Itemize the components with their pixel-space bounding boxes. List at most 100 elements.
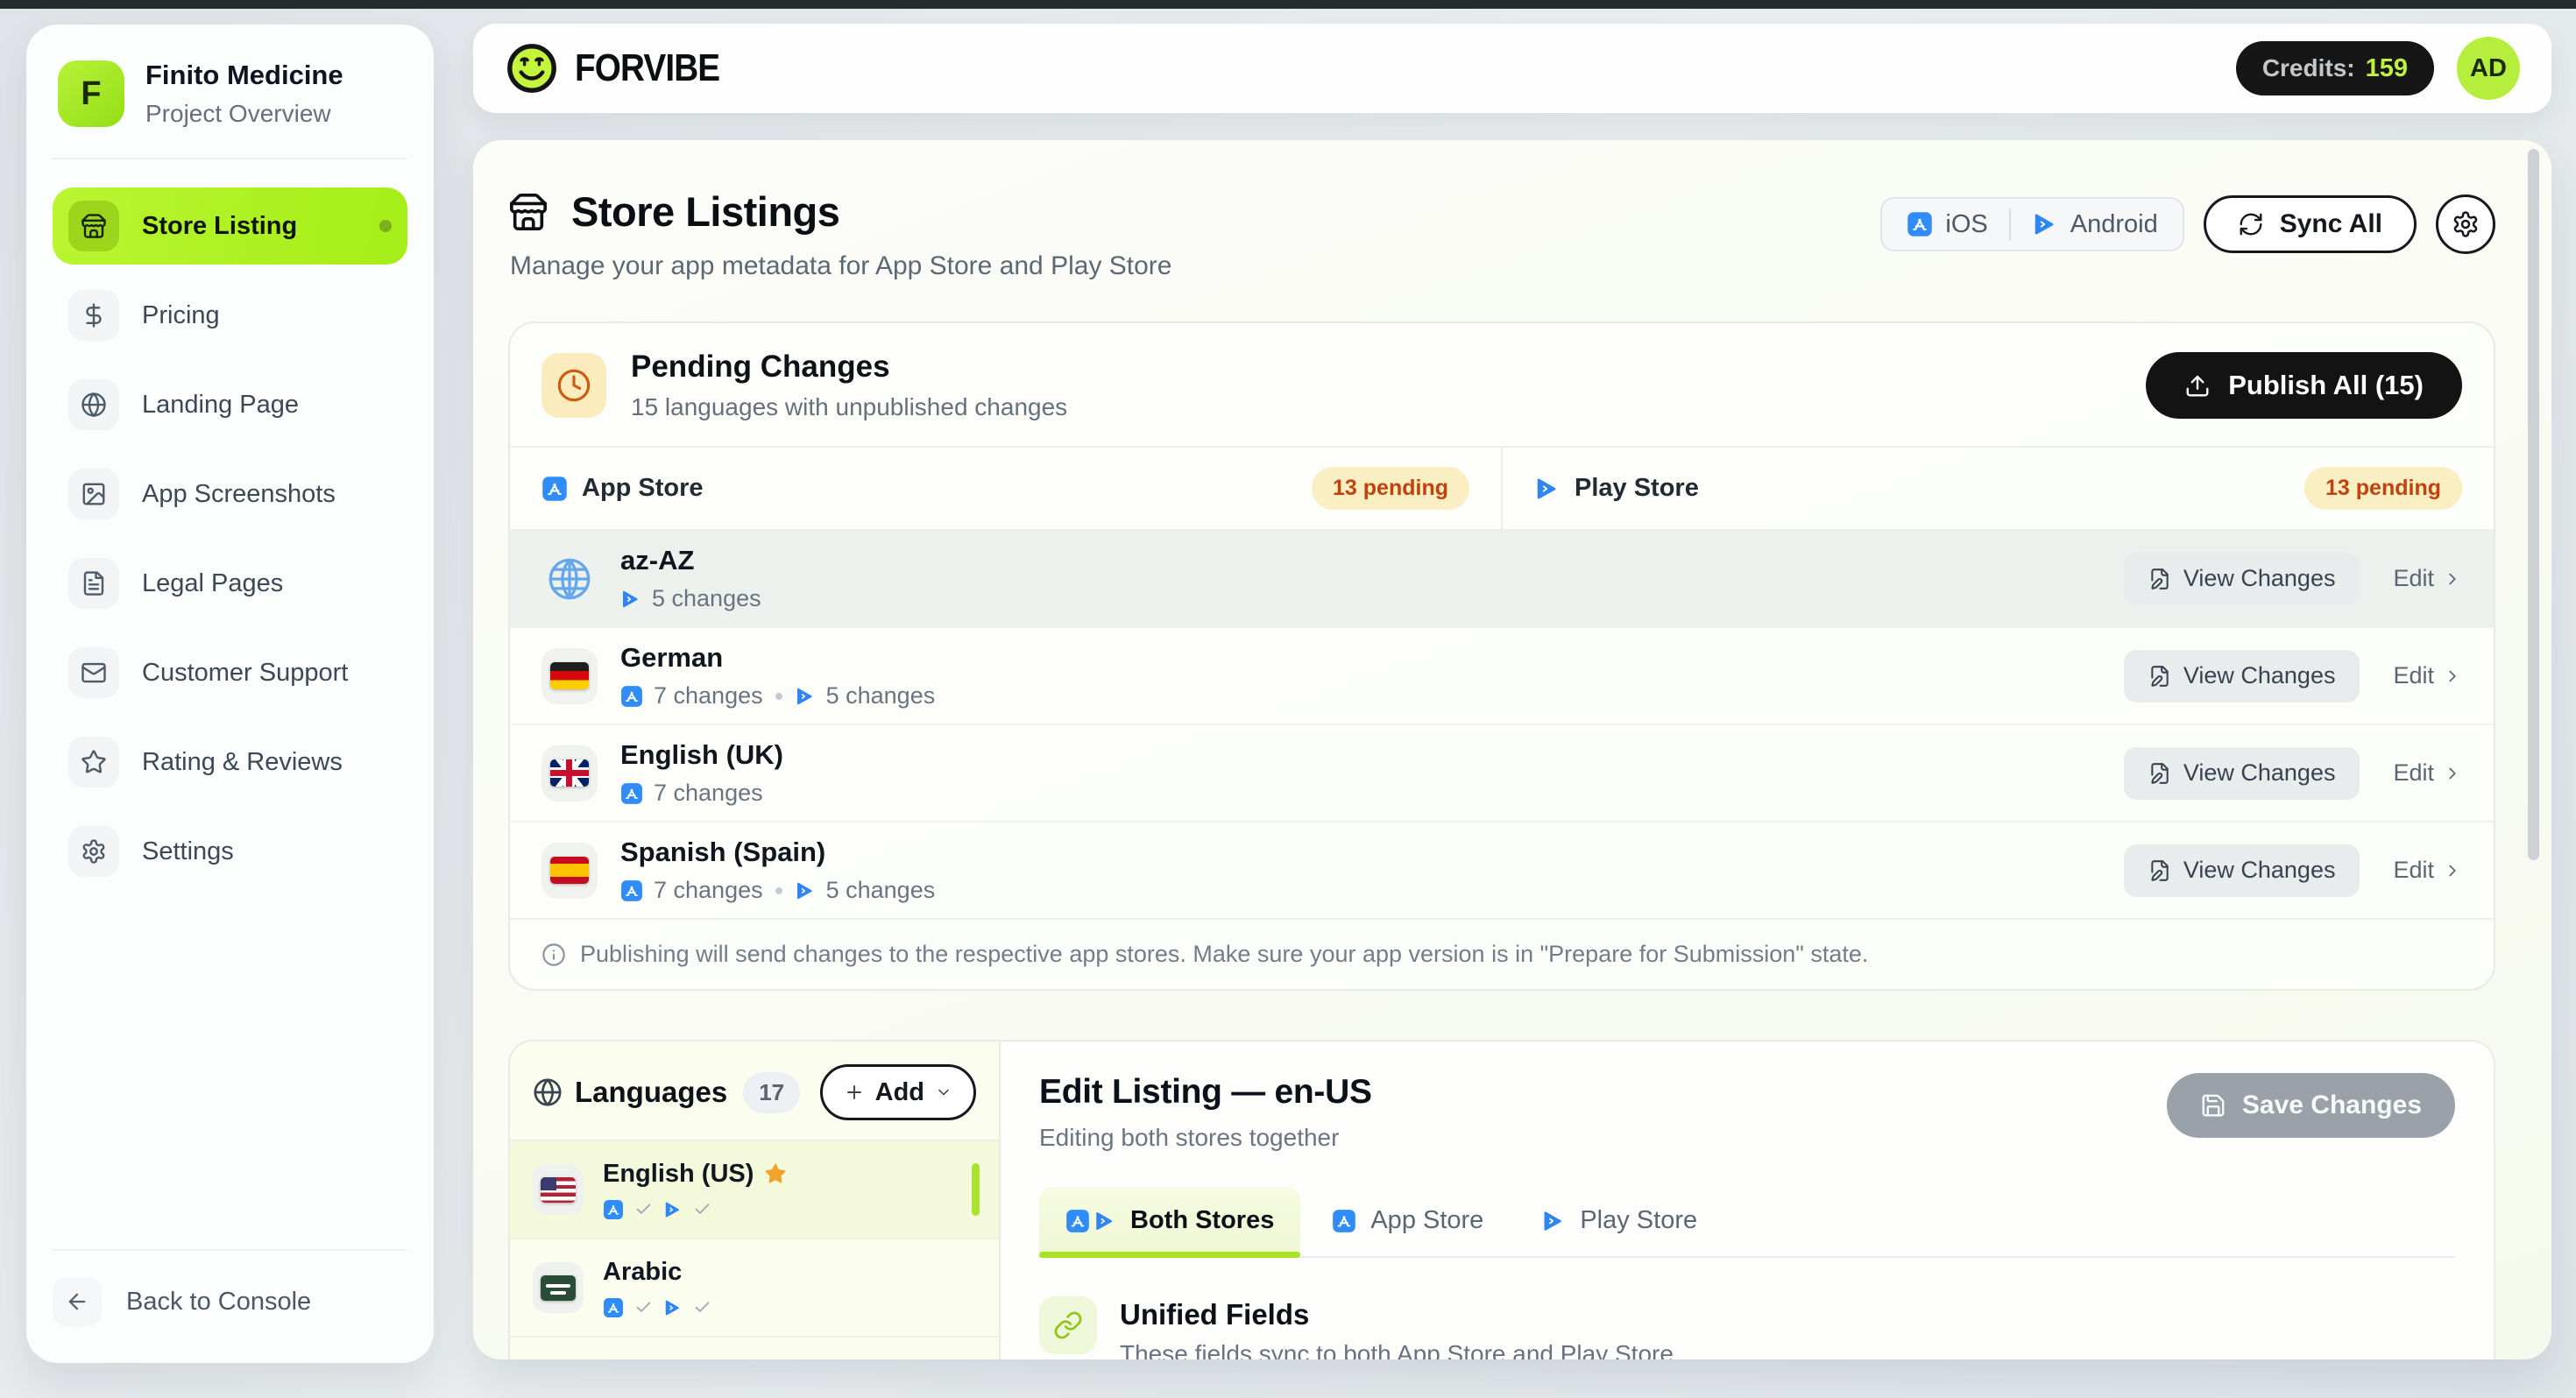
project-subtitle: Project Overview <box>145 100 343 128</box>
sidebar-item-app-screenshots[interactable]: App Screenshots <box>53 455 407 533</box>
tab-play-store[interactable]: Play Store <box>1515 1187 1723 1256</box>
change-count-label: 5 changes <box>652 585 761 612</box>
check-icon <box>634 1200 653 1218</box>
credits-pill[interactable]: Credits: 159 <box>2236 41 2434 95</box>
back-to-console-label: Back to Console <box>126 1288 311 1317</box>
scrollbar-thumb[interactable] <box>2528 149 2539 860</box>
languages-count-badge: 17 <box>743 1072 800 1113</box>
platform-segment-android[interactable]: Android <box>2011 210 2179 239</box>
pending-changes-panel: Pending Changes 15 languages with unpubl… <box>508 321 2495 991</box>
pending-row-az-az[interactable]: az-AZ 5 changes View Changes Edit <box>510 531 2494 626</box>
appstore-icon <box>1907 211 1933 237</box>
brand-wordmark: FORVIBE <box>575 46 719 90</box>
editor-subtitle: Editing both stores together <box>1039 1124 1372 1152</box>
appstore-icon <box>1332 1209 1356 1233</box>
brand-logo[interactable]: FORVIBE <box>505 41 740 95</box>
editor-title: Edit Listing — en-US <box>1039 1073 1372 1112</box>
credits-value: 159 <box>2366 54 2408 83</box>
view-changes-button[interactable]: View Changes <box>2124 844 2360 897</box>
pending-row-german[interactable]: German 7 changes5 changes View Changes E… <box>510 626 2494 724</box>
sync-all-button[interactable]: Sync All <box>2204 195 2417 253</box>
publish-all-button[interactable]: Publish All (15) <box>2146 352 2462 419</box>
language-item-az-az[interactable]: az-AZ <box>510 1338 999 1359</box>
language-name: Arabic <box>603 1258 682 1287</box>
language-flag <box>541 551 598 607</box>
pending-count-badge: 13 pending <box>2304 467 2462 510</box>
language-item-english-us[interactable]: English (US) <box>510 1141 999 1239</box>
language-flag <box>541 745 598 801</box>
project-header[interactable]: F Finito Medicine Project Overview <box>53 56 407 159</box>
tab-label: Play Store <box>1580 1206 1697 1235</box>
sidebar-item-customer-support[interactable]: Customer Support <box>53 634 407 711</box>
user-avatar[interactable]: AD <box>2457 37 2520 100</box>
page-title: Store Listings <box>571 187 839 236</box>
file-pen-icon <box>2148 568 2171 590</box>
language-flag <box>541 843 598 899</box>
language-list: English (US) Arabic az-AZ <box>510 1141 999 1359</box>
smiley-icon <box>505 41 559 95</box>
tab-label: Both Stores <box>1130 1206 1274 1235</box>
edit-label: Edit <box>2393 565 2434 592</box>
file-pen-icon <box>2148 762 2171 785</box>
pending-rows: az-AZ 5 changes View Changes Edit German… <box>510 531 2494 918</box>
active-dot <box>379 220 392 232</box>
sidebar: F Finito Medicine Project Overview Store… <box>26 25 434 1363</box>
sidebar-item-settings[interactable]: Settings <box>53 813 407 890</box>
view-changes-button[interactable]: View Changes <box>2124 553 2360 605</box>
view-changes-button[interactable]: View Changes <box>2124 650 2360 703</box>
sidebar-item-label: Pricing <box>142 301 220 330</box>
arrow-left-icon <box>53 1277 102 1326</box>
link-icon <box>1039 1296 1097 1354</box>
view-changes-button[interactable]: View Changes <box>2124 747 2360 800</box>
sidebar-nav: Store Listing Pricing Landing Page App S… <box>53 187 407 902</box>
page-subtitle: Manage your app metadata for App Store a… <box>510 251 1171 281</box>
chevron-down-icon <box>935 1084 952 1101</box>
view-changes-label: View Changes <box>2183 662 2336 689</box>
edit-label: Edit <box>2393 662 2434 689</box>
pending-row-english-uk[interactable]: English (UK) 7 changes View Changes Edit <box>510 724 2494 821</box>
language-flag <box>541 648 598 704</box>
save-changes-button[interactable]: Save Changes <box>2167 1073 2455 1138</box>
flag-de-icon <box>550 662 589 689</box>
appstore-icon <box>603 1199 624 1220</box>
language-flag <box>533 1262 584 1313</box>
add-language-button[interactable]: Add <box>820 1064 976 1120</box>
view-changes-label: View Changes <box>2183 759 2336 787</box>
flag-gb-icon <box>550 759 589 787</box>
sidebar-item-pricing[interactable]: Pricing <box>53 277 407 354</box>
sidebar-item-rating-reviews[interactable]: Rating & Reviews <box>53 724 407 801</box>
tab-app-store[interactable]: App Store <box>1306 1187 1510 1256</box>
change-count-play-store: 5 changes <box>795 877 936 904</box>
change-count-label: 7 changes <box>654 877 763 904</box>
platform-segment-ios[interactable]: iOS <box>1886 210 2008 239</box>
sidebar-item-landing-page[interactable]: Landing Page <box>53 366 407 443</box>
appstore-icon <box>603 1297 624 1318</box>
sidebar-item-legal-pages[interactable]: Legal Pages <box>53 545 407 622</box>
languages-panel: Languages 17 Add English (US) <box>510 1041 1001 1359</box>
pending-row-spanish-spain[interactable]: Spanish (Spain) 7 changes5 changes View … <box>510 821 2494 918</box>
language-name: English (US) <box>603 1160 754 1189</box>
globe-flag-icon <box>547 556 592 602</box>
edit-link[interactable]: Edit <box>2393 857 2462 884</box>
credits-label: Credits: <box>2262 54 2355 82</box>
edit-link[interactable]: Edit <box>2393 565 2462 592</box>
refresh-icon <box>2238 211 2264 237</box>
main-content: Store Listings Manage your app metadata … <box>473 140 2551 1359</box>
back-to-console-button[interactable]: Back to Console <box>53 1249 407 1326</box>
tab-both-stores[interactable]: Both Stores <box>1039 1187 1300 1256</box>
store-column-label: Play Store <box>1575 474 1699 503</box>
edit-link[interactable]: Edit <box>2393 759 2462 787</box>
playstore-icon <box>1541 1209 1566 1233</box>
store-column-play-store: Play Store 13 pending <box>1503 448 2494 529</box>
playstore-icon <box>795 880 816 901</box>
sidebar-item-label: App Screenshots <box>142 480 336 509</box>
change-count-label: 7 changes <box>654 780 763 807</box>
language-item-arabic[interactable]: Arabic <box>510 1239 999 1338</box>
settings-button[interactable] <box>2436 194 2495 254</box>
star-icon <box>764 1162 787 1185</box>
playstore-icon <box>2032 211 2058 237</box>
both-stores-icon <box>1065 1209 1116 1233</box>
edit-link[interactable]: Edit <box>2393 662 2462 689</box>
sidebar-item-store-listing[interactable]: Store Listing <box>53 187 407 265</box>
chevron-right-icon <box>2443 667 2462 686</box>
